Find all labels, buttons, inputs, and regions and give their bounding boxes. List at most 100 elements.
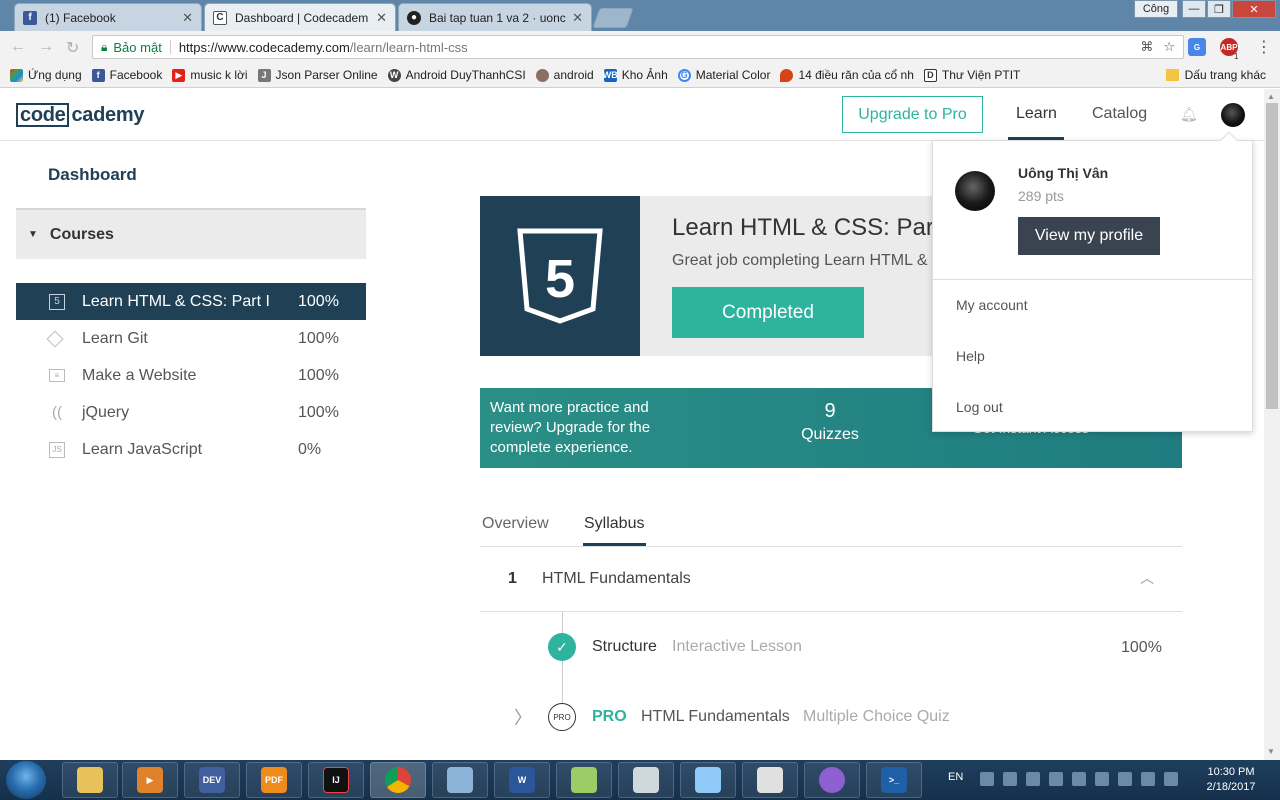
- window-user-button[interactable]: Công: [1134, 0, 1178, 18]
- user-avatar[interactable]: [1221, 103, 1245, 127]
- completed-button[interactable]: Completed: [672, 287, 864, 338]
- course-percent: 100%: [298, 292, 339, 310]
- star-icon[interactable]: ☆: [1163, 39, 1175, 55]
- address-bar[interactable]: 🔒︎ Bảo mật https://www.codecademy.com /l…: [92, 35, 1184, 59]
- media-player-icon[interactable]: ▶: [122, 762, 178, 798]
- forward-icon[interactable]: →: [38, 38, 54, 56]
- reload-icon[interactable]: ↻: [66, 38, 79, 58]
- chevron-right-icon[interactable]: 〉: [514, 704, 532, 730]
- scroll-up-icon[interactable]: ▲: [1267, 92, 1275, 101]
- tray-app-icon[interactable]: [980, 772, 994, 786]
- bookmark-facebook[interactable]: f Facebook: [91, 68, 162, 82]
- course-name: Make a Website: [82, 366, 197, 384]
- clock-time: 10:30 PM: [1207, 766, 1255, 778]
- close-icon[interactable]: ✕: [1232, 0, 1276, 18]
- quiz-name[interactable]: HTML Fundamentals: [641, 708, 790, 726]
- codecademy-logo[interactable]: code cademy: [16, 103, 144, 127]
- bookmark-music[interactable]: ▶ music k lời: [172, 68, 248, 82]
- course-title: Learn HTML & CSS: Part I: [672, 214, 954, 241]
- user-points: 289 pts: [1018, 188, 1064, 204]
- tab-syllabus[interactable]: Syllabus: [584, 515, 644, 533]
- scroll-thumb[interactable]: [1266, 103, 1278, 409]
- volume-icon[interactable]: [1164, 772, 1178, 786]
- unit-header[interactable]: 1 HTML Fundamentals ︿: [480, 548, 1182, 612]
- start-button[interactable]: [6, 761, 46, 799]
- box-icon[interactable]: [680, 762, 736, 798]
- site-header: code cademy Upgrade to Pro Learn Catalog …: [0, 89, 1264, 141]
- tab-github[interactable]: ● Bai tap tuan 1 va 2 · uonc ✕: [398, 3, 592, 31]
- system-tray: [980, 772, 1178, 786]
- page-scrollbar[interactable]: ▲ ▼: [1264, 89, 1280, 760]
- language-indicator[interactable]: EN: [948, 771, 963, 783]
- dev-cpp-icon[interactable]: DEV: [184, 762, 240, 798]
- log-out-link[interactable]: Log out: [956, 399, 1003, 415]
- course-item-website[interactable]: ≡ Make a Website 100%: [16, 357, 366, 394]
- bookmark-label: 14 điều răn của cổ nh: [798, 68, 914, 82]
- chrome-icon[interactable]: [370, 762, 426, 798]
- file-explorer-icon[interactable]: [62, 762, 118, 798]
- bookmark-android[interactable]: android: [535, 68, 594, 82]
- course-item-jquery[interactable]: (( jQuery 100%: [16, 394, 366, 431]
- notepad-icon[interactable]: [556, 762, 612, 798]
- courses-toggle[interactable]: ▼ Courses: [16, 208, 366, 259]
- course-name: Learn HTML & CSS: Part I: [82, 292, 270, 310]
- powershell-icon[interactable]: >_: [866, 762, 922, 798]
- tab-codecademy[interactable]: C Dashboard | Codecadem ✕: [204, 3, 396, 31]
- sidebar-dashboard-link[interactable]: Dashboard: [48, 165, 137, 185]
- other-bookmarks[interactable]: Dấu trang khác: [1165, 68, 1266, 82]
- bookmark-material-color[interactable]: G Material Color: [677, 68, 770, 82]
- view-profile-button[interactable]: View my profile: [1018, 217, 1160, 255]
- restore-icon[interactable]: ❐: [1207, 0, 1231, 18]
- bookmarks-bar: Ứng dụng f Facebook ▶ music k lời J Json Pa…: [0, 63, 1280, 88]
- tray-app-icon[interactable]: [1095, 772, 1109, 786]
- intellij-icon[interactable]: IJ: [308, 762, 364, 798]
- close-tab-icon[interactable]: ✕: [376, 10, 387, 26]
- menu-icon[interactable]: ⋮: [1256, 37, 1272, 57]
- tab-title: Bai tap tuan 1 va 2 · uonc: [429, 10, 566, 25]
- calculator-icon[interactable]: [618, 762, 674, 798]
- minimize-icon[interactable]: —: [1182, 0, 1206, 18]
- tray-app-icon[interactable]: [1003, 772, 1017, 786]
- course-list: 5 Learn HTML & CSS: Part I 100% Learn Gi…: [16, 283, 366, 468]
- tab-facebook[interactable]: f (1) Facebook ✕: [14, 3, 202, 31]
- tray-app-icon[interactable]: [1049, 772, 1063, 786]
- bookmark-14-dieu-ran[interactable]: 14 điều răn của cổ nh: [780, 68, 914, 82]
- nav-catalog[interactable]: Catalog: [1092, 105, 1147, 123]
- bluetooth-icon[interactable]: [1072, 772, 1086, 786]
- course-item-javascript[interactable]: JS Learn JavaScript 0%: [16, 431, 366, 468]
- paint-icon[interactable]: [432, 762, 488, 798]
- close-tab-icon[interactable]: ✕: [572, 10, 583, 26]
- lesson-name[interactable]: Structure: [592, 638, 657, 656]
- system-clock[interactable]: 10:30 PM 2/18/2017: [1196, 765, 1266, 795]
- tab-overview[interactable]: Overview: [482, 515, 549, 533]
- my-account-link[interactable]: My account: [956, 297, 1028, 313]
- close-tab-icon[interactable]: ✕: [182, 10, 193, 26]
- bookmark-thu-vien-ptit[interactable]: D Thư Viện PTIT: [923, 68, 1020, 82]
- new-tab-button[interactable]: [592, 8, 634, 28]
- tray-app-icon[interactable]: [1026, 772, 1040, 786]
- back-icon[interactable]: ←: [10, 38, 26, 56]
- google-translate-icon[interactable]: G: [1188, 38, 1206, 56]
- power-icon[interactable]: [1118, 772, 1132, 786]
- translate-icon[interactable]: ⌘: [1140, 39, 1153, 55]
- bookmark-json-parser[interactable]: J Json Parser Online: [257, 68, 378, 82]
- course-item-git[interactable]: Learn Git 100%: [16, 320, 366, 357]
- bookmark-kho-anh[interactable]: WB Kho Ảnh: [603, 68, 668, 82]
- bookmark-label: Ứng dụng: [28, 68, 82, 82]
- upgrade-to-pro-button[interactable]: Upgrade to Pro: [842, 96, 983, 133]
- nav-learn[interactable]: Learn: [1016, 105, 1057, 123]
- scroll-down-icon[interactable]: ▼: [1267, 747, 1275, 756]
- course-item-html-css[interactable]: 5 Learn HTML & CSS: Part I 100%: [16, 283, 366, 320]
- signal-icon[interactable]: [1141, 772, 1155, 786]
- bookmark-android-duythanh[interactable]: W Android DuyThanhCSI: [387, 68, 526, 82]
- github-desktop-icon[interactable]: [804, 762, 860, 798]
- word-icon[interactable]: W: [494, 762, 550, 798]
- unit-number: 1: [508, 570, 517, 587]
- pdf-icon[interactable]: PDF: [246, 762, 302, 798]
- bell-icon[interactable]: 🔔︎: [1180, 106, 1198, 123]
- calc2-icon[interactable]: [742, 762, 798, 798]
- google-icon: G: [677, 68, 691, 82]
- bookmark-apps[interactable]: Ứng dụng: [10, 68, 82, 82]
- help-link[interactable]: Help: [956, 348, 985, 364]
- chevron-up-icon[interactable]: ︿: [1140, 568, 1154, 588]
